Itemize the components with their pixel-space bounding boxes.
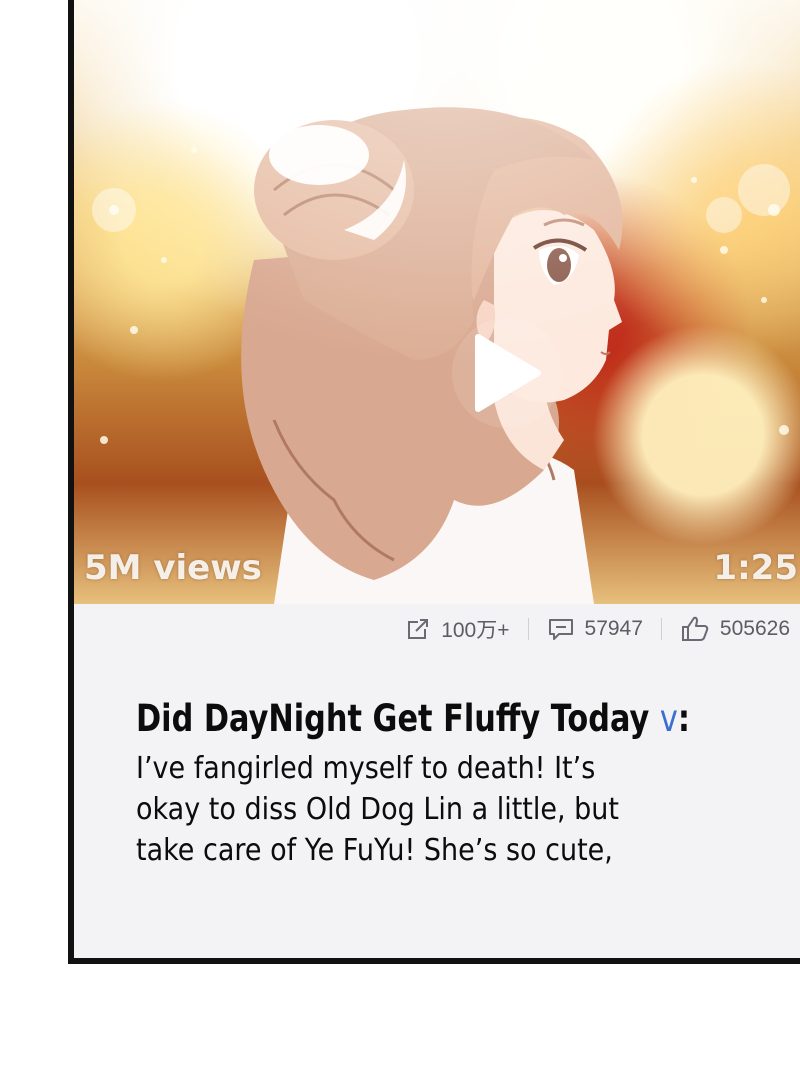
comment-stat[interactable]: 57947 (547, 616, 643, 642)
comic-panel: 5M views 1:25 100万+ 57947 505626 Did Day… (68, 0, 800, 964)
comment-text-line: I’ve fangirled myself to death! It’s (136, 751, 596, 786)
share-count: 100万+ (441, 619, 510, 642)
divider (527, 618, 529, 640)
share-icon (408, 619, 429, 639)
comment-text-line: take care of Ye FuYu! She’s so cute, (136, 833, 613, 868)
comment-author[interactable]: Did DayNight Get Fluffy Today v: (136, 690, 690, 748)
stats-bar: 100万+ 57947 505626 (74, 604, 800, 654)
author-name: Did DayNight Get Fluffy Today (136, 697, 650, 740)
anime-girl-illustration (74, 0, 800, 604)
comment-block: Did DayNight Get Fluffy Today v: I’ve fa… (136, 690, 786, 871)
share-stat[interactable]: 100万+ (405, 614, 510, 644)
video-duration: 1:25 (713, 548, 798, 588)
comment-text-line: okay to diss Old Dog Lin a little, but (136, 792, 620, 827)
view-count: 5M views (84, 548, 262, 588)
play-button[interactable] (452, 318, 562, 428)
comment-icon (548, 619, 573, 640)
play-icon (475, 334, 541, 412)
author-separator: : (677, 697, 690, 740)
verified-badge: v (659, 697, 678, 740)
thumbs-up-icon (681, 616, 709, 641)
divider (660, 618, 662, 640)
comment-count: 57947 (584, 617, 643, 640)
video-thumbnail[interactable]: 5M views 1:25 (74, 0, 800, 604)
like-stat[interactable]: 505626 (680, 615, 790, 643)
like-count: 505626 (719, 617, 790, 640)
